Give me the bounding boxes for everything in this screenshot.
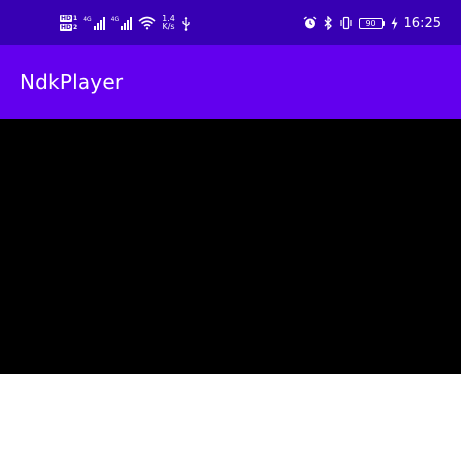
sim1-hd-label: HD: [60, 15, 73, 22]
sim2-signal-icon: 4G: [110, 16, 133, 30]
status-bar-left: HD 1 HD 2 4G 4G 1.4 K/s: [60, 13, 191, 33]
sim1-hd-number: 1: [73, 15, 78, 22]
bluetooth-icon: [323, 16, 333, 30]
battery-cap: [382, 20, 385, 26]
sim1-hd-badge: HD 1: [60, 15, 77, 22]
sim2-hd-badge: HD 2: [60, 24, 77, 31]
battery-indicator: 90: [358, 17, 385, 29]
wifi-icon: [138, 16, 156, 30]
video-surface[interactable]: [0, 119, 461, 374]
status-bar-right: 90 16:25: [303, 13, 441, 33]
status-bar: HD 1 HD 2 4G 4G 1.4 K/s 90 16:25: [0, 0, 461, 45]
battery-level: 90: [365, 18, 376, 28]
sim2-hd-number: 2: [73, 24, 78, 31]
sim2-hd-label: HD: [60, 24, 73, 31]
sim1-network-type: 4G: [83, 16, 92, 23]
battery-icon: 90: [358, 17, 383, 29]
charging-icon: [391, 16, 398, 30]
usb-icon: [181, 16, 191, 31]
app-title: NdkPlayer: [20, 70, 124, 94]
alarm-icon: [303, 16, 317, 30]
network-speed: 1.4 K/s: [162, 15, 175, 31]
clock: 16:25: [403, 15, 441, 31]
phone-screen: HD 1 HD 2 4G 4G 1.4 K/s 90 16:25 NdkPlay…: [0, 0, 461, 458]
volte-indicators: HD 1 HD 2: [60, 15, 77, 31]
sim2-network-type: 4G: [110, 16, 120, 23]
sim1-signal-icon: 4G: [83, 16, 105, 30]
network-speed-unit: K/s: [162, 22, 175, 31]
app-bar: NdkPlayer: [0, 45, 461, 119]
vibrate-icon: [339, 16, 353, 30]
